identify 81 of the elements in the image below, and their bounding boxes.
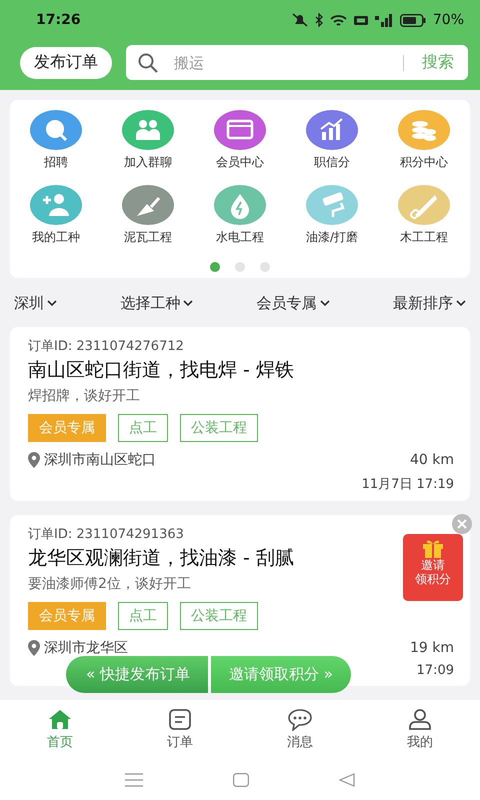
gift-icon xyxy=(422,538,444,558)
back-button[interactable] xyxy=(339,773,355,787)
order-tag: 公装工程 xyxy=(180,602,258,630)
tab-bar-item[interactable]: 我的 xyxy=(360,700,480,760)
shortcut-item[interactable]: 会员中心 xyxy=(194,110,286,171)
close-button[interactable] xyxy=(452,514,472,534)
shortcut-item[interactable]: 积分中心 xyxy=(378,110,470,171)
shortcut-icon xyxy=(305,185,359,225)
shortcut-icon xyxy=(397,185,451,225)
document-icon xyxy=(168,708,192,731)
shortcut-icon xyxy=(29,185,83,225)
mute-icon xyxy=(292,13,308,27)
order-card[interactable]: 订单ID: 2311074276712 南山区蛇口街道，找电焊 - 焊铁 焊招牌，谈好开工 会员专属 点工 公装工程 深圳市南山区蛇口 40 km 11月7日 17:19 xyxy=(10,327,470,501)
bluetooth-icon xyxy=(314,13,323,27)
order-time: 17:09 xyxy=(416,663,454,678)
wifi-icon xyxy=(330,14,347,26)
order-id: 订单ID: 2311074276712 xyxy=(28,338,184,355)
person-icon xyxy=(408,708,432,731)
invite-label: 邀请 xyxy=(421,558,445,572)
filter-dropdown[interactable]: 深圳 xyxy=(14,294,57,313)
shortcut-icon xyxy=(397,110,451,150)
order-location: 深圳市龙华区 xyxy=(44,639,129,657)
order-description: 焊招牌，谈好开工 xyxy=(28,387,140,405)
tab-bar-item[interactable]: 订单 xyxy=(120,700,240,760)
shortcut-icon xyxy=(213,185,267,225)
back-icon xyxy=(339,773,355,787)
shortcut-icon xyxy=(213,110,267,150)
page-dot[interactable] xyxy=(235,262,245,272)
battery-level: 70% xyxy=(432,12,464,28)
menu-icon xyxy=(125,773,143,787)
shortcut-item[interactable]: 木工工程 xyxy=(378,185,470,246)
shortcut-icon xyxy=(305,110,359,150)
order-tag: 会员专属 xyxy=(28,414,106,442)
shortcut-icon xyxy=(121,110,175,150)
shortcut-icon xyxy=(121,185,175,225)
shortcut-item[interactable]: 职信分 xyxy=(286,110,378,171)
chat-icon xyxy=(288,708,312,731)
battery-icon xyxy=(400,14,426,26)
order-title: 龙华区观澜街道，找油漆 - 刮腻 xyxy=(28,546,294,571)
caret-icon xyxy=(320,300,330,307)
close-icon xyxy=(457,519,467,529)
caret-icon xyxy=(456,300,466,307)
shortcut-item[interactable]: 水电工程 xyxy=(194,185,286,246)
order-time: 11月7日 17:19 xyxy=(362,477,454,492)
shortcut-item[interactable]: 我的工种 xyxy=(10,185,102,246)
shortcut-item[interactable]: 油漆/打磨 xyxy=(286,185,378,246)
search-icon xyxy=(138,52,158,72)
order-description: 要油漆师傅2位，谈好开工 xyxy=(28,575,191,593)
invite-label: 领积分 xyxy=(415,572,451,587)
order-id: 订单ID: 2311074291363 xyxy=(28,526,184,543)
caret-icon xyxy=(47,300,57,307)
filter-dropdown[interactable]: 选择工种 xyxy=(120,294,194,313)
location-pin-icon xyxy=(28,640,40,656)
order-tag: 点工 xyxy=(118,602,168,630)
caret-icon xyxy=(183,300,194,307)
shortcut-item[interactable]: 加入群聊 xyxy=(102,110,194,171)
status-time: 17:26 xyxy=(36,12,82,28)
location-pin-icon xyxy=(28,452,40,468)
shortcut-item[interactable]: 泥瓦工程 xyxy=(102,185,194,246)
hd-icon xyxy=(354,14,368,26)
signal-icon xyxy=(374,14,393,26)
tab-bar-item[interactable]: 消息 xyxy=(240,700,360,760)
invite-badge[interactable]: 邀请 领积分 xyxy=(403,534,463,601)
filter-dropdown[interactable]: 会员专属 xyxy=(256,294,330,313)
order-distance: 40 km xyxy=(410,452,454,468)
order-tag: 点工 xyxy=(118,414,168,442)
home-icon xyxy=(48,708,72,731)
home-button[interactable] xyxy=(233,773,249,787)
order-distance: 19 km xyxy=(410,640,454,656)
order-title: 南山区蛇口街道，找电焊 - 焊铁 xyxy=(28,358,294,383)
post-order-button[interactable]: 发布订单 xyxy=(20,46,112,78)
order-tag: 会员专属 xyxy=(28,602,106,630)
order-location: 深圳市南山区蛇口 xyxy=(44,451,157,469)
filter-dropdown[interactable]: 最新排序 xyxy=(392,294,466,313)
menu-button[interactable] xyxy=(125,773,143,787)
square-icon xyxy=(233,773,249,787)
page-dot[interactable] xyxy=(210,262,220,272)
shortcut-item[interactable]: 招聘 xyxy=(10,110,102,171)
page-dot[interactable] xyxy=(260,262,270,272)
shortcut-icon xyxy=(29,110,83,150)
order-tag: 公装工程 xyxy=(180,414,258,442)
